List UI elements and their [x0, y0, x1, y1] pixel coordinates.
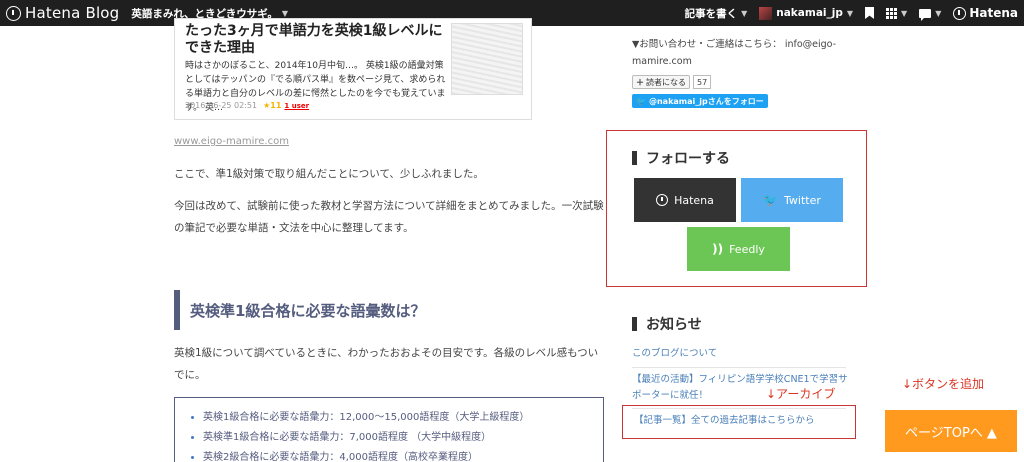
bookmark-users[interactable]: 1 user [284, 102, 309, 110]
twitter-follow-large-label: Twitter [784, 193, 821, 207]
heading-bar [632, 151, 637, 165]
chevron-down-icon: ▼ [935, 8, 942, 18]
feedly-follow-button[interactable]: )) Feedly [687, 227, 790, 271]
body-paragraph: ここで、準1級対策で取り組んだことについて、少しふれました。 [174, 168, 484, 180]
twitter-follow-button[interactable]: 🐦 @nakamai_jpさんをフォロー [632, 94, 768, 108]
list-item: 英検1級合格に必要な語彙力：12,000〜15,000語程度（大学上級程度） [203, 408, 589, 428]
chevron-down-icon: ▼ [846, 8, 854, 18]
bookmark-button[interactable] [865, 7, 875, 19]
username: nakamai_jp [776, 7, 843, 19]
card-thumbnail[interactable] [451, 23, 523, 95]
logo-text: Hatena Blog [25, 4, 120, 22]
body-paragraph: 今回は改めて、試験前に使った教材と学習方法について詳細をまとめてみました。一次試… [174, 200, 604, 234]
subscribe-label: 読者になる [646, 77, 686, 87]
star-count[interactable]: ★11 [263, 101, 281, 110]
subscribe-row: ＋ 読者になる 57 [632, 75, 712, 89]
notice-link-about[interactable]: このブログについて [632, 346, 848, 362]
related-article-card[interactable]: たった3ヶ月で単語力を英検1級レベルにできた理由 時はさかのぼること、2014年… [174, 18, 532, 120]
page-top-button[interactable]: ページTOPへ ▲ [885, 410, 1017, 452]
user-menu[interactable]: nakamai_jp ▼ [759, 6, 854, 20]
bookmark-icon [865, 7, 875, 19]
notice-heading: お知らせ [632, 314, 702, 334]
hatena-home-link[interactable]: Hatena [953, 6, 1018, 20]
reader-count: 57 [693, 75, 712, 89]
follow-heading: フォローする [632, 148, 730, 168]
follow-heading-text: フォローする [646, 151, 730, 167]
hatena-logo-icon [656, 194, 669, 206]
notice-heading-text: お知らせ [646, 317, 702, 333]
notifications-button[interactable]: ▼ [919, 8, 942, 21]
feedly-follow-label: Feedly [729, 242, 765, 256]
archive-highlight-box [622, 405, 856, 439]
chevron-down-icon: ▼ [901, 8, 908, 18]
plus-icon: ＋ [636, 77, 644, 87]
vocabulary-list: 英検1級合格に必要な語彙力：12,000〜15,000語程度（大学上級程度） 英… [174, 397, 604, 462]
section-heading: 英検準1級合格に必要な語彙数は？ [174, 290, 604, 330]
speech-bubble-icon [919, 8, 932, 21]
contact-info: ▼お問い合わせ・ご連絡はこちら： info@eigo-mamire.com [632, 39, 837, 67]
heading-bar [632, 317, 637, 331]
subscribe-button[interactable]: ＋ 読者になる [632, 75, 690, 89]
apps-menu-button[interactable]: ▼ [886, 7, 908, 19]
write-article-button[interactable]: 記事を書く ▼ [685, 6, 748, 21]
annotation-archive: ↓アーカイブ [766, 387, 836, 401]
twitter-bird-icon: 🐦 [763, 193, 779, 207]
site-link[interactable]: www.eigo-mamire.com [174, 136, 289, 147]
twitter-follow-label: @nakamai_jpさんをフォロー [648, 96, 764, 106]
avatar [759, 6, 773, 20]
hatena-blog-logo[interactable]: Hatena Blog [6, 4, 119, 22]
hatena-logo-icon [953, 6, 967, 20]
list-item: 英検準1級合格に必要な語彙力：7,000語程度 （大学中級程度） [203, 428, 589, 448]
write-article-label: 記事を書く [684, 7, 738, 20]
hatena-logo-icon [6, 5, 21, 21]
grid-icon [886, 7, 898, 19]
body-paragraph: 英検1級について調べているときに、わかったおおよその目安です。各級のレベル感もつ… [174, 347, 599, 381]
annotation-button: ↓ボタンを追加 [902, 377, 985, 391]
twitter-bird-icon: 🐦 [636, 96, 646, 106]
card-title[interactable]: たった3ヶ月で単語力を英検1級レベルにできた理由 [185, 23, 445, 57]
hatena-follow-button[interactable]: Hatena [634, 178, 736, 222]
divider [632, 367, 846, 368]
rss-icon: )) [712, 242, 724, 256]
chevron-down-icon: ▼ [741, 8, 748, 18]
card-meta: 2016-06-25 02:51 ★11 1 user [185, 101, 309, 110]
twitter-follow-large-button[interactable]: 🐦 Twitter [741, 178, 843, 222]
card-date: 2016-06-25 02:51 [185, 101, 258, 110]
chevron-down-icon[interactable]: ▼ [282, 9, 288, 18]
hatena-follow-label: Hatena [674, 193, 714, 207]
hatena-label: Hatena [969, 6, 1018, 20]
list-item: 英検2級合格に必要な語彙力：4,000語程度（高校卒業程度） [203, 448, 589, 462]
